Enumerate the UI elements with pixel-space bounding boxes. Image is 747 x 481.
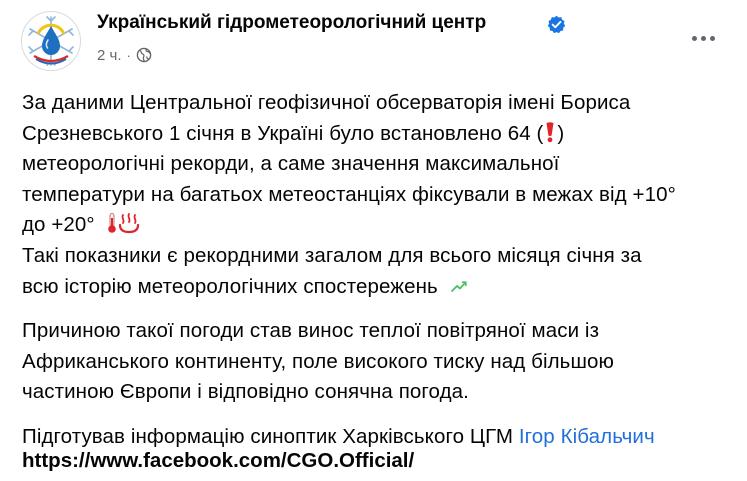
external-url-link[interactable]: https://www.facebook.com/CGO.Official/ — [22, 449, 414, 473]
verified-badge-icon — [547, 15, 566, 34]
thermometer-icon — [108, 213, 117, 234]
text-segment: всю історію метеорологічних спостережень — [22, 274, 438, 298]
author-mention-link[interactable]: Ігор Кібальчич — [519, 425, 655, 448]
text-segment: до +20° — [22, 213, 95, 237]
text-line: Причиною такої погоди став винос теплої … — [22, 319, 600, 343]
text-line: За даними Центральної геофізичної обсерв… — [22, 91, 631, 114]
text-line: Підготував інформацію синоптик Харківськ… — [22, 422, 734, 453]
dot-3 — [709, 35, 715, 41]
text-line: метеорологічні рекорди, а саме значення … — [22, 152, 560, 176]
text-line: всю історію метеорологічних спостережень — [22, 272, 734, 303]
post-text: За даними Центральної геофізичної обсерв… — [22, 88, 734, 453]
text-segment: ) — [557, 121, 565, 145]
text-line: температури на багатьох метеостанціях фі… — [22, 182, 676, 206]
text-line: Срезневського 1 січня в Україні було вст… — [22, 119, 734, 150]
text-line: до +20° — [22, 210, 734, 241]
page-avatar[interactable] — [21, 11, 81, 71]
text-line: частиною Європи і відповідно сонячна пог… — [22, 380, 469, 404]
text-segment: Підготував інформацію синоптик Харківськ… — [22, 424, 514, 448]
text-segment: Срезневського 1 січня в Україні було вст… — [22, 121, 544, 145]
hot-springs-icon — [119, 213, 140, 234]
dot-2 — [700, 35, 706, 41]
post-timestamp[interactable]: 2 ч. — [97, 47, 122, 64]
exclamation-icon — [546, 121, 554, 142]
page-name-link[interactable]: Український гідрометеорологічний центр — [97, 12, 486, 34]
dot-1 — [691, 35, 697, 41]
facebook-post: Український гідрометеорологічний центр 2… — [0, 0, 747, 481]
text-line: Африканського континенту, поле високого … — [22, 349, 614, 373]
globe-icon[interactable] — [136, 47, 152, 63]
text-line: Такі показники є рекордними загалом для … — [22, 243, 642, 267]
meta-separator: · — [126, 47, 131, 63]
chart-increasing-icon — [450, 276, 469, 295]
snowflake-drop-logo-icon — [28, 16, 74, 66]
post-options-button[interactable] — [683, 24, 723, 52]
post-meta: 2 ч. · — [97, 45, 152, 65]
